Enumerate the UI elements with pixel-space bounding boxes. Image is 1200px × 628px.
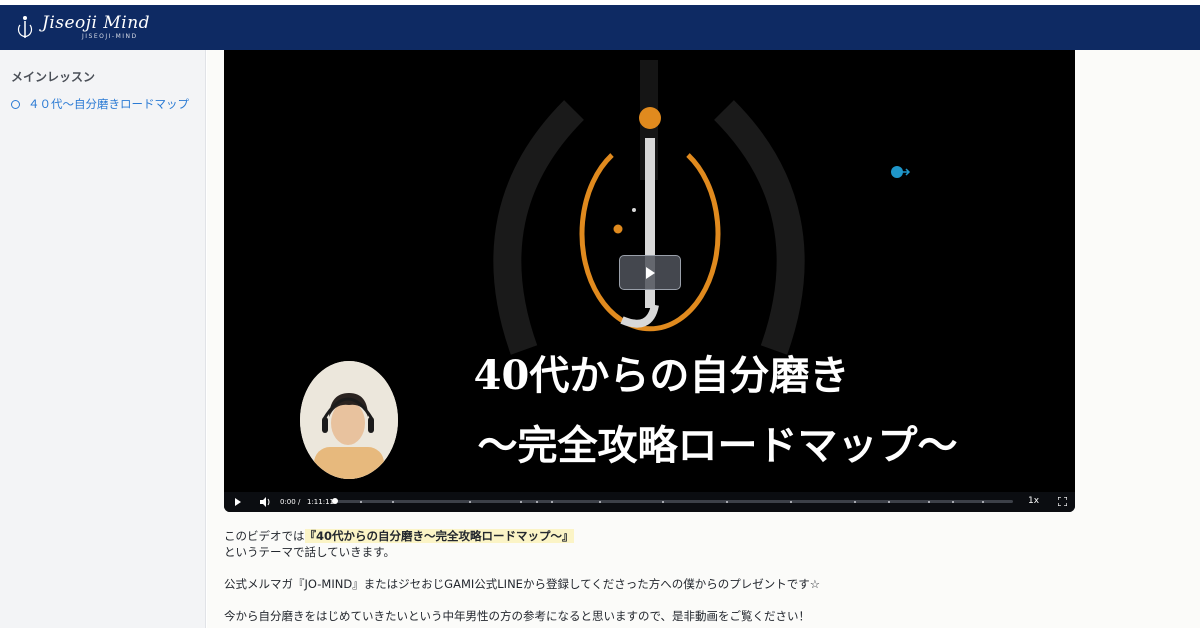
sidebar-item-label: ４０代～自分磨きロードマップ	[28, 97, 189, 111]
brand-mark-icon	[17, 15, 33, 38]
speed-button[interactable]: 1x	[1028, 496, 1039, 506]
video-title-line1: 40代からの自分磨き	[473, 352, 850, 399]
chapter-marker	[392, 501, 394, 503]
brand-name: Jiseoji Mind	[42, 13, 151, 33]
chapter-marker	[360, 501, 362, 503]
chapter-marker	[952, 501, 954, 503]
fullscreen-icon[interactable]	[1058, 497, 1067, 506]
chapter-marker	[928, 501, 930, 503]
chapter-marker	[726, 501, 728, 503]
play-overlay-button[interactable]	[619, 255, 681, 290]
chapter-marker	[469, 501, 471, 503]
seek-bar[interactable]	[335, 500, 1013, 503]
duration: 1:11:11	[307, 498, 334, 506]
video-description: このビデオでは『40代からの自分磨き～完全攻略ロードマップ～』 というテーマで話…	[224, 528, 1104, 624]
incomplete-circle-icon	[11, 99, 20, 109]
description-line1: このビデオでは『40代からの自分磨き～完全攻略ロードマップ～』	[224, 528, 1104, 544]
mouse-pointer-arrow-icon	[903, 168, 911, 176]
chapter-marker	[599, 501, 601, 503]
video-title-line2: ～完全攻略ロードマップ～	[477, 422, 958, 469]
time-separator: /	[298, 498, 301, 506]
chapter-marker	[854, 501, 856, 503]
description-highlight: 『40代からの自分磨き～完全攻略ロードマップ～』	[304, 529, 574, 543]
description-prefix: このビデオでは	[224, 529, 305, 543]
volume-icon[interactable]	[260, 497, 271, 507]
video-player[interactable]: 40代からの自分磨き ～完全攻略ロードマップ～	[224, 50, 1075, 512]
description-line3: 公式メルマガ『JO-MIND』またはジセおじGAMI公式LINEから登録してくだ…	[224, 577, 821, 591]
seek-handle[interactable]	[332, 498, 338, 504]
chapter-marker	[551, 501, 553, 503]
brand-sub: JISEOJI-MIND	[82, 33, 138, 40]
chapter-marker	[662, 501, 664, 503]
play-icon	[646, 266, 655, 279]
description-line4: 今から自分磨きをはじめていきたいという中年男性の方の参考になると思いますので、是…	[224, 609, 811, 623]
video-controls: 0:00 / 1:11:11 1x	[224, 492, 1075, 512]
description-line2: というテーマで話していきます。	[224, 545, 396, 559]
chapter-marker	[536, 501, 538, 503]
sidebar-item-lesson[interactable]: ４０代～自分磨きロードマップ	[11, 96, 189, 112]
current-time: 0:00	[280, 498, 296, 506]
play-control-icon[interactable]	[234, 498, 242, 506]
brand-logo[interactable]: Jiseoji Mind JISEOJI-MIND	[14, 14, 150, 42]
chapter-marker	[982, 501, 984, 503]
site-header: Jiseoji Mind JISEOJI-MIND	[0, 5, 1200, 50]
mouse-pointer-dot	[891, 166, 903, 178]
chapter-marker	[888, 501, 890, 503]
chapter-marker	[790, 501, 792, 503]
lesson-sidebar: メインレッスン ４０代～自分磨きロードマップ	[0, 50, 206, 628]
chapter-marker	[520, 501, 522, 503]
sidebar-title: メインレッスン	[11, 70, 96, 84]
